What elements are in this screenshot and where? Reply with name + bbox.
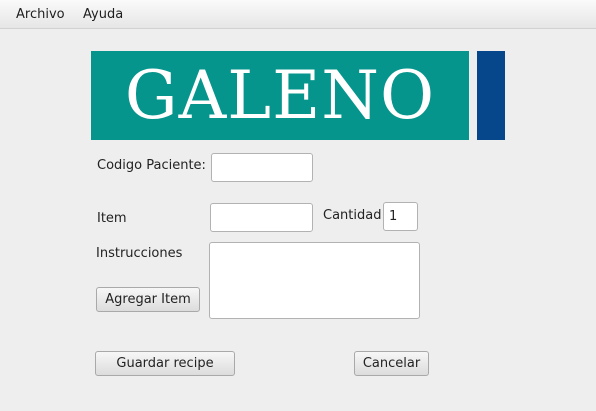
menu-archivo[interactable]: Archivo [16,7,65,22]
instrucciones-textarea[interactable] [209,242,420,319]
item-input[interactable] [210,203,313,232]
cancelar-button[interactable]: Cancelar [354,351,429,376]
cantidad-label: Cantidad [323,208,382,223]
menu-bar: Archivo Ayuda [0,0,596,29]
codigo-paciente-input[interactable] [211,153,313,182]
cantidad-input[interactable] [383,202,418,231]
logo-text: GALENO [124,57,436,134]
menu-ayuda[interactable]: Ayuda [83,7,123,22]
codigo-paciente-label: Codigo Paciente: [97,158,206,173]
logo-accent-bar [477,51,505,140]
instrucciones-label: Instrucciones [96,246,183,261]
agregar-item-button[interactable]: Agregar Item [96,287,200,312]
item-label: Item [97,211,127,226]
galeno-logo: GALENO [91,51,469,140]
guardar-recipe-button[interactable]: Guardar recipe [95,351,235,376]
